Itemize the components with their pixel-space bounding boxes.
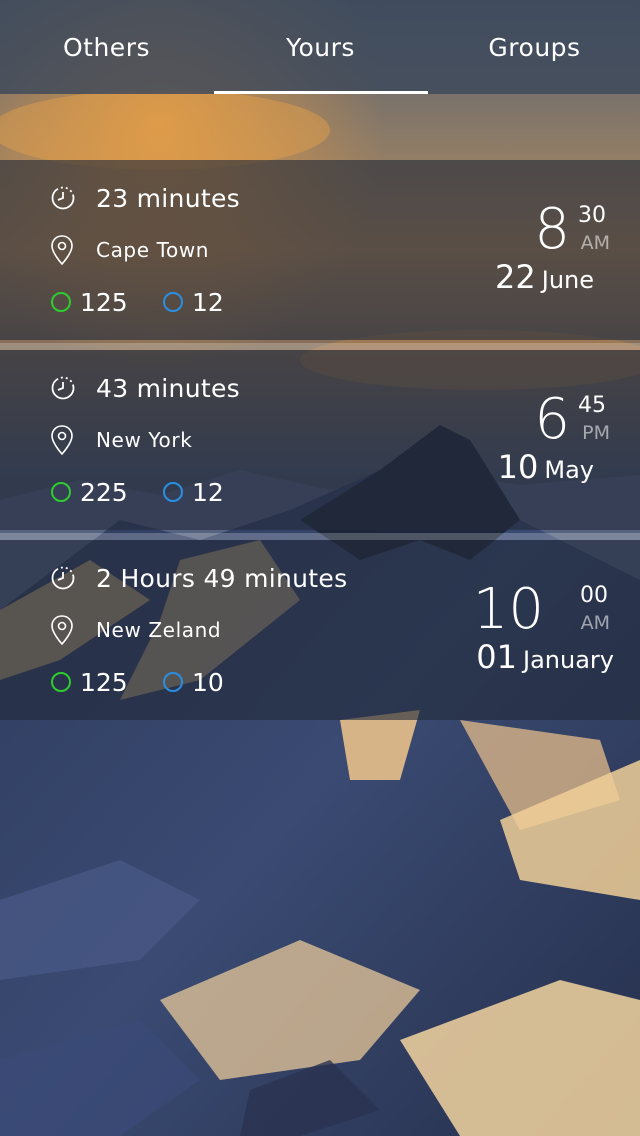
minute: 00: [580, 583, 608, 608]
ampm: AM: [580, 232, 610, 254]
trip-card[interactable]: 2 Hours 49 minutes New Zeland 125 10 10 …: [0, 533, 640, 720]
duration-row: 23 minutes: [50, 180, 240, 216]
hour: 6: [534, 387, 570, 452]
blue-count-value: 12: [192, 287, 224, 317]
green-count-value: 125: [80, 667, 128, 697]
card-divider: [0, 343, 640, 350]
location-text: Cape Town: [96, 238, 210, 262]
location-text: New York: [96, 428, 193, 452]
counts-row: 225 12: [50, 474, 224, 510]
counts-row: 125 12: [50, 284, 224, 320]
time-block: 6 45 PM 10 May: [410, 390, 610, 490]
tab-yours[interactable]: Yours: [214, 0, 427, 94]
time-block: 10 00 AM 01 January: [410, 577, 614, 680]
day: 01: [476, 638, 518, 676]
blue-circle-icon: [162, 671, 184, 693]
green-count: 225: [50, 478, 128, 507]
duration-text: 43 minutes: [96, 373, 240, 403]
location-row: Cape Town: [50, 232, 209, 268]
ampm: PM: [582, 422, 610, 444]
location-pin-icon: [50, 234, 74, 266]
location-pin-icon: [50, 614, 74, 646]
ampm: AM: [580, 612, 610, 634]
clock-icon: [50, 565, 76, 591]
tab-others[interactable]: Others: [0, 0, 213, 94]
month: June: [541, 266, 594, 294]
location-row: New Zeland: [50, 612, 221, 648]
duration-text: 23 minutes: [96, 183, 240, 213]
duration-row: 2 Hours 49 minutes: [50, 560, 347, 596]
duration-text: 2 Hours 49 minutes: [96, 563, 348, 593]
minute: 45: [578, 393, 606, 418]
blue-count-value: 12: [192, 477, 224, 507]
blue-count-value: 10: [192, 667, 224, 697]
blue-circle-icon: [162, 481, 184, 503]
green-count: 125: [50, 288, 128, 317]
green-circle-icon: [50, 291, 72, 313]
blue-count: 12: [162, 288, 224, 317]
card-divider: [0, 533, 640, 540]
location-row: New York: [50, 422, 192, 458]
location-pin-icon: [50, 424, 74, 456]
duration-row: 43 minutes: [50, 370, 240, 406]
trip-card[interactable]: 23 minutes Cape Town 125 12 8 30 AM 22 Ju…: [0, 160, 640, 340]
clock-icon: [50, 375, 76, 401]
day: 22: [495, 258, 536, 296]
tab-groups[interactable]: Groups: [428, 0, 640, 94]
green-circle-icon: [50, 671, 72, 693]
minute: 30: [578, 203, 606, 228]
month: May: [544, 456, 594, 484]
trip-card[interactable]: 43 minutes New York 225 12 6 45 PM 10 May: [0, 343, 640, 530]
active-tab-indicator: [214, 91, 428, 94]
location-text: New Zeland: [96, 618, 222, 642]
date: 01 January: [476, 640, 614, 674]
counts-row: 125 10: [50, 664, 224, 700]
date: 10 May: [498, 450, 594, 484]
hour: 8: [534, 197, 570, 262]
time-block: 8 30 AM 22 June: [410, 200, 610, 300]
date: 22 June: [495, 260, 594, 294]
tab-bar: Others Yours Groups: [0, 0, 640, 94]
blue-count: 10: [162, 668, 224, 697]
day: 10: [497, 448, 539, 486]
green-count-value: 225: [80, 477, 128, 507]
month: January: [523, 646, 614, 674]
green-circle-icon: [50, 481, 72, 503]
blue-circle-icon: [162, 291, 184, 313]
green-count: 125: [50, 668, 128, 697]
hour: 10: [472, 577, 544, 642]
clock-icon: [50, 185, 76, 211]
green-count-value: 125: [80, 287, 128, 317]
blue-count: 12: [162, 478, 224, 507]
